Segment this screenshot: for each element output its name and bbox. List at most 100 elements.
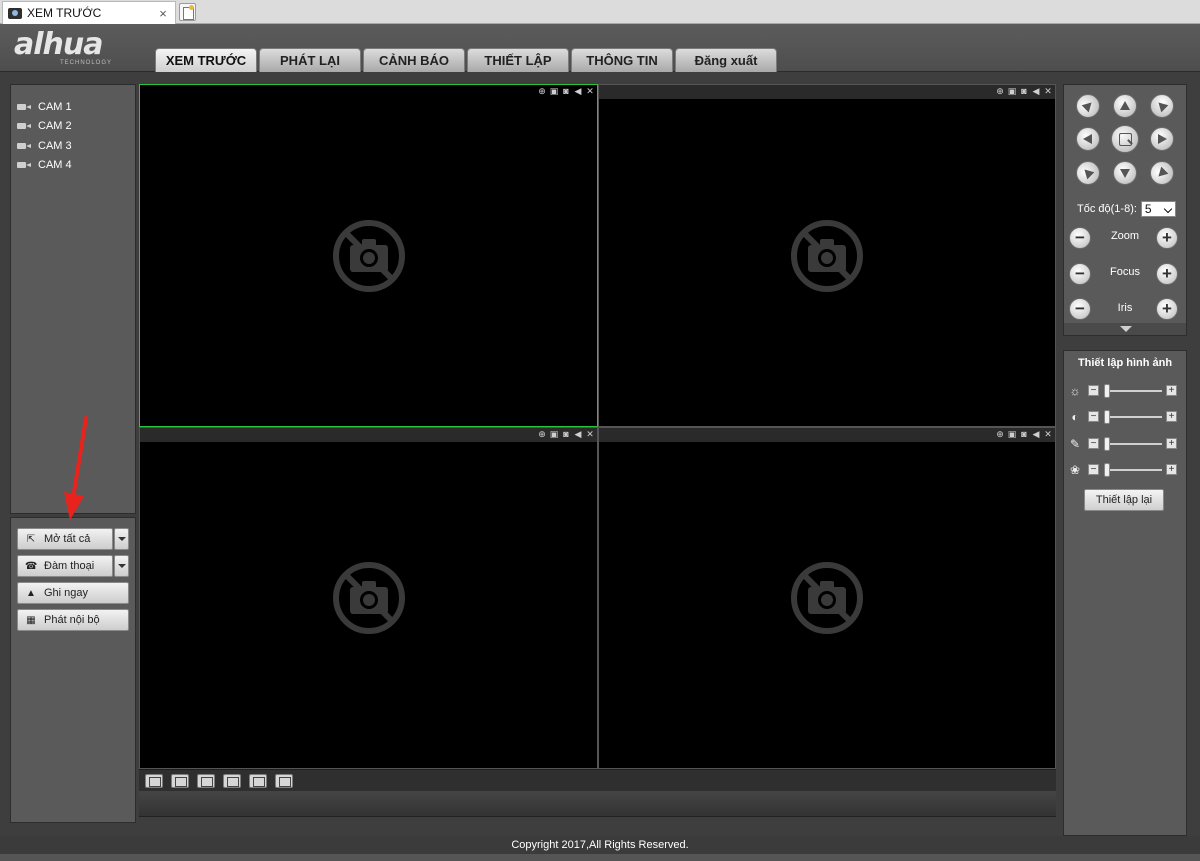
iris-plus-button[interactable]: +	[1156, 298, 1178, 320]
contrast-slider-handle[interactable]	[1104, 410, 1110, 424]
collapse-panel-icon[interactable]	[1064, 323, 1186, 335]
open-all-dropdown[interactable]	[114, 528, 129, 550]
zoom-icon[interactable]: ⊕	[537, 86, 547, 96]
saturation-slider-handle[interactable]	[1104, 437, 1110, 451]
tab-logout[interactable]: Đăng xuất	[675, 48, 777, 72]
video-window-toolbar: ⊕ ▣ ◙ ◀ ✕	[140, 428, 597, 442]
saturation-plus-button[interactable]: +	[1166, 438, 1177, 449]
camera-item-2[interactable]: CAM 2	[17, 117, 72, 137]
zoom-icon[interactable]: ⊕	[995, 86, 1005, 96]
snapshot-icon[interactable]: ▣	[549, 86, 559, 96]
no-video-camera-icon	[791, 562, 863, 634]
video-window-4[interactable]: ⊕ ▣ ◙ ◀ ✕	[598, 427, 1056, 769]
local-play-button[interactable]: ▦ Phát nội bộ	[17, 609, 129, 631]
camera-item-1[interactable]: CAM 1	[17, 97, 72, 117]
brightness-slider-track[interactable]	[1104, 384, 1162, 398]
ptz-up-right-button[interactable]	[1145, 89, 1179, 123]
footer-bottom-bar	[0, 854, 1200, 861]
record-now-button[interactable]: ▲ Ghi ngay	[17, 582, 129, 604]
ptz-3d-zoom-icon[interactable]	[1111, 125, 1139, 153]
fit-window-icon[interactable]	[197, 774, 215, 788]
hue-plus-button[interactable]: +	[1166, 464, 1177, 475]
saturation-minus-button[interactable]: −	[1088, 438, 1099, 449]
close-icon[interactable]: ✕	[1043, 86, 1053, 96]
contrast-minus-button[interactable]: −	[1088, 411, 1099, 422]
audio-icon[interactable]: ◀	[1031, 86, 1041, 96]
app-header: alhua TECHNOLOGY XEM TRƯỚC PHÁT LẠI CẢNH…	[0, 24, 1200, 72]
zoom-in-button[interactable]: +	[1156, 227, 1178, 249]
camera-item-4[interactable]: CAM 4	[17, 156, 72, 176]
video-window-2[interactable]: ⊕ ▣ ◙ ◀ ✕	[598, 84, 1056, 427]
record-icon[interactable]: ◙	[1019, 86, 1029, 96]
ptz-down-button[interactable]	[1113, 161, 1137, 185]
iris-label: Iris	[1117, 302, 1133, 314]
audio-icon[interactable]: ◀	[573, 86, 583, 96]
video-window-3[interactable]: ⊕ ▣ ◙ ◀ ✕	[139, 427, 598, 769]
close-icon[interactable]: ✕	[1043, 429, 1053, 439]
ptz-down-left-button[interactable]	[1071, 156, 1105, 190]
reset-image-settings-button[interactable]: Thiết lập lại	[1084, 489, 1164, 511]
record-icon[interactable]: ◙	[1019, 429, 1029, 439]
hue-slider-handle[interactable]	[1104, 463, 1110, 477]
focus-label: Focus	[1110, 266, 1140, 278]
contrast-plus-button[interactable]: +	[1166, 411, 1177, 422]
hd-quality-icon[interactable]	[145, 774, 163, 788]
tab-setup[interactable]: THIẾT LẬP	[467, 48, 569, 72]
camera-item-label: CAM 2	[38, 120, 72, 133]
single-layout-icon[interactable]	[249, 774, 267, 788]
hue-slider-track[interactable]	[1104, 463, 1162, 477]
ptz-up-button[interactable]	[1113, 94, 1137, 118]
zoom-icon[interactable]: ⊕	[995, 429, 1005, 439]
close-icon[interactable]: ✕	[585, 86, 595, 96]
saturation-slider-track[interactable]	[1104, 437, 1162, 451]
audio-icon[interactable]: ◀	[1031, 429, 1041, 439]
new-tab-icon[interactable]	[179, 3, 196, 21]
brightness-icon: ☼	[1069, 384, 1081, 398]
tab-preview[interactable]: XEM TRƯỚC	[155, 48, 257, 72]
ptz-up-left-button[interactable]	[1071, 89, 1105, 123]
record-icon[interactable]: ◙	[561, 86, 571, 96]
focus-plus-button[interactable]: +	[1156, 263, 1178, 285]
sd-quality-icon[interactable]	[171, 774, 189, 788]
camera-item-3[interactable]: CAM 3	[17, 136, 72, 156]
ptz-down-right-button[interactable]	[1145, 156, 1179, 190]
camera-item-label: CAM 3	[38, 139, 72, 152]
open-all-button[interactable]: ⇱ Mở tất cả	[17, 528, 113, 550]
close-icon[interactable]: ✕	[585, 429, 595, 439]
contrast-slider-track[interactable]	[1104, 410, 1162, 424]
record-icon[interactable]: ◙	[561, 429, 571, 439]
browser-tab-strip: XEM TRƯỚC ×	[0, 0, 1200, 24]
talk-button[interactable]: ☎ Đàm thoại	[17, 555, 113, 577]
brightness-minus-button[interactable]: −	[1088, 385, 1099, 396]
hue-minus-button[interactable]: −	[1088, 464, 1099, 475]
video-window-toolbar: ⊕ ▣ ◙ ◀ ✕	[599, 85, 1055, 99]
ptz-right-button[interactable]	[1150, 127, 1174, 151]
brightness-plus-button[interactable]: +	[1166, 385, 1177, 396]
tab-playback[interactable]: PHÁT LẠI	[259, 48, 361, 72]
ptz-speed-select[interactable]: 5	[1140, 201, 1176, 217]
camera-list: CAM 1 CAM 2 CAM 3 CAM 4	[17, 97, 72, 175]
ptz-left-button[interactable]	[1076, 127, 1100, 151]
video-window-1[interactable]: ⊕ ▣ ◙ ◀ ✕	[139, 84, 598, 427]
wide-layout-icon[interactable]	[223, 774, 241, 788]
quad-layout-icon[interactable]	[275, 774, 293, 788]
snapshot-icon[interactable]: ▣	[549, 429, 559, 439]
snapshot-icon[interactable]: ▣	[1007, 86, 1017, 96]
action-panel: ⇱ Mở tất cả ☎ Đàm thoại ▲ Ghi ngay ▦ Phá…	[10, 517, 136, 823]
tab-alarm[interactable]: CẢNH BÁO	[363, 48, 465, 72]
zoom-out-button[interactable]: −	[1069, 227, 1091, 249]
zoom-icon[interactable]: ⊕	[537, 429, 547, 439]
iris-minus-button[interactable]: −	[1069, 298, 1091, 320]
zoom-label: Zoom	[1110, 230, 1140, 242]
image-settings-title: Thiết lập hình ảnh	[1077, 357, 1173, 369]
tab-info[interactable]: THÔNG TIN	[571, 48, 673, 72]
video-camera-icon	[17, 161, 32, 169]
focus-minus-button[interactable]: −	[1069, 263, 1091, 285]
audio-icon[interactable]: ◀	[573, 429, 583, 439]
close-tab-icon[interactable]: ×	[155, 6, 171, 21]
browser-tab[interactable]: XEM TRƯỚC ×	[2, 1, 176, 24]
snapshot-icon[interactable]: ▣	[1007, 429, 1017, 439]
film-icon: ▦	[26, 614, 36, 626]
brightness-slider-handle[interactable]	[1104, 384, 1110, 398]
talk-dropdown[interactable]	[114, 555, 129, 577]
